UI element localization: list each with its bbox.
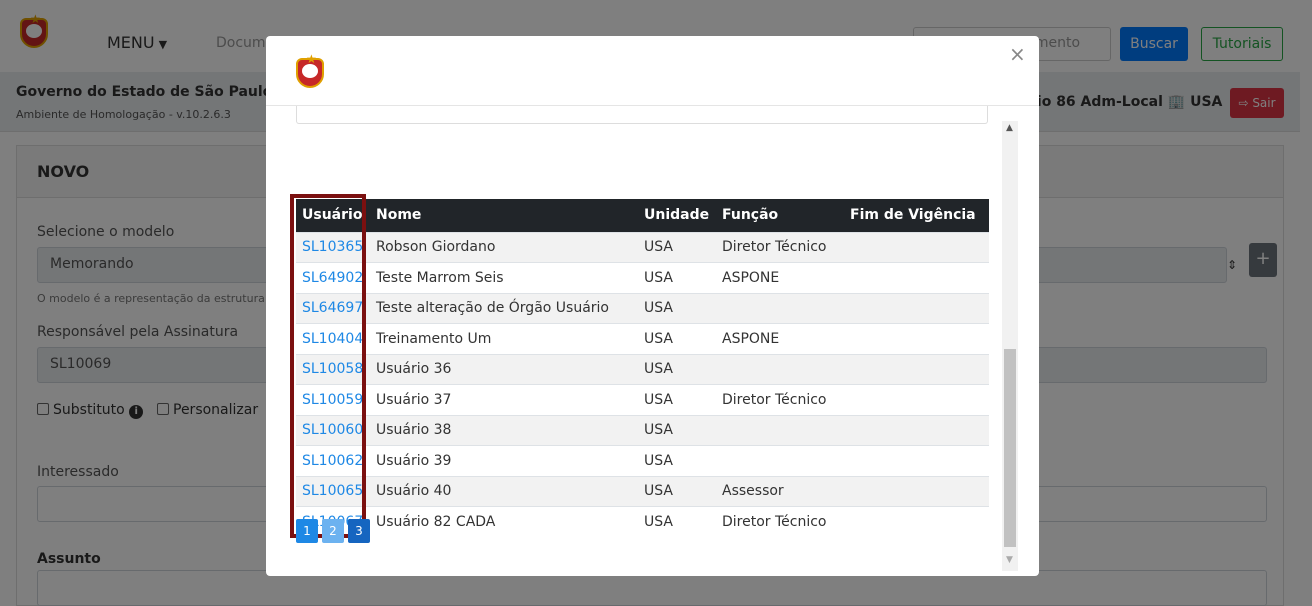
fim-vigencia-cell: [844, 323, 989, 354]
usuario-cell: SL10404: [296, 323, 370, 354]
column-header-unidade[interactable]: Unidade: [638, 199, 716, 232]
fim-vigencia-cell: [844, 353, 989, 385]
fim-vigencia-cell: [844, 414, 989, 446]
table-row[interactable]: SL64697 Teste alteração de Órgão Usuário U…: [296, 292, 989, 324]
fim-vigencia-cell: [844, 475, 989, 507]
usuario-cell: SL64902: [296, 262, 370, 293]
usuario-cell: SL10065: [296, 475, 370, 507]
page-1-button[interactable]: 1: [296, 519, 318, 543]
page-3-button[interactable]: 3: [348, 519, 370, 543]
page-2-button[interactable]: 2: [322, 519, 344, 543]
table-row[interactable]: SL10067Usuário 82 CADAUSADiretor Técnico: [296, 506, 989, 537]
table-row[interactable]: SL10059 Usuário 37 USA Diretor Técnico: [296, 384, 989, 415]
fim-vigencia-cell: [844, 445, 989, 476]
user-id-link[interactable]: SL10065: [302, 483, 363, 499]
modal-header: ★ ×: [266, 36, 1039, 106]
table-row[interactable]: SL64902 Teste Marrom Seis USA ASPONE: [296, 262, 989, 293]
user-id-link[interactable]: SL10404: [302, 331, 363, 347]
column-header-nome[interactable]: Nome: [370, 199, 638, 232]
fim-vigencia-cell: [844, 262, 989, 293]
column-header-usuario[interactable]: Usuário: [296, 199, 370, 232]
funcao-cell: Diretor Técnico: [716, 506, 844, 537]
user-selection-modal: ★ × ▲ ▼ Usuário Nome Unidade Função Fim …: [266, 36, 1039, 576]
nome-cell: Teste alteração de Órgão Usuário: [370, 292, 638, 324]
table-row[interactable]: SL10365 Robson Giordano USA Diretor Técnico: [296, 231, 989, 263]
unidade-cell: USA: [638, 231, 716, 263]
column-header-funcao[interactable]: Função: [716, 199, 844, 232]
unidade-cell: USA: [638, 262, 716, 293]
nome-cell: Teste Marrom Seis: [370, 262, 638, 293]
unidade-cell: USA: [638, 353, 716, 385]
user-id-link[interactable]: SL64697: [302, 300, 363, 316]
unidade-cell: USA: [638, 384, 716, 415]
nome-cell: Usuário 37: [370, 384, 638, 415]
column-header-fim-vigencia[interactable]: Fim de Vigência: [844, 199, 989, 232]
modal-body: ▲ ▼ Usuário Nome Unidade Função Fim de V…: [266, 106, 1039, 576]
user-id-link[interactable]: SL10060: [302, 422, 363, 438]
usuario-cell: SL10062: [296, 445, 370, 476]
nome-cell: Usuário 39: [370, 445, 638, 476]
funcao-cell: ASPONE: [716, 262, 844, 293]
user-id-link[interactable]: SL10058: [302, 361, 363, 377]
usuario-cell: SL10365: [296, 231, 370, 263]
user-id-link[interactable]: SL10365: [302, 239, 363, 255]
nome-cell: Usuário 36: [370, 353, 638, 385]
nome-cell: Robson Giordano: [370, 231, 638, 263]
funcao-cell: Assessor: [716, 475, 844, 507]
funcao-cell: [716, 414, 844, 446]
table-row[interactable]: SL10062 Usuário 39 USA: [296, 445, 989, 476]
nome-cell: Usuário 40: [370, 475, 638, 507]
table-row[interactable]: SL10060 Usuário 38 USA: [296, 414, 989, 446]
table-row[interactable]: SL10404 Treinamento Um USA ASPONE: [296, 323, 989, 354]
usuario-cell: SL10058: [296, 353, 370, 385]
table-row[interactable]: SL10058 Usuário 36 USA: [296, 353, 989, 385]
funcao-cell: [716, 353, 844, 385]
funcao-cell: [716, 292, 844, 324]
nome-cell: Treinamento Um: [370, 323, 638, 354]
unidade-cell: USA: [638, 445, 716, 476]
filter-input[interactable]: [296, 106, 988, 124]
pagination: 123: [296, 519, 374, 543]
usuario-cell: SL10059: [296, 384, 370, 415]
funcao-cell: ASPONE: [716, 323, 844, 354]
fim-vigencia-cell: [844, 231, 989, 263]
fim-vigencia-cell: [844, 292, 989, 324]
usuario-cell: SL10060: [296, 414, 370, 446]
close-icon[interactable]: ×: [1009, 42, 1026, 66]
table-row[interactable]: SL10065 Usuário 40 USA Assessor: [296, 475, 989, 507]
unidade-cell: USA: [638, 292, 716, 324]
unidade-cell: USA: [638, 506, 716, 537]
fim-vigencia-cell: [844, 384, 989, 415]
scroll-thumb[interactable]: [1004, 349, 1016, 547]
modal-scrollbar[interactable]: ▲ ▼: [1002, 121, 1018, 571]
user-id-link[interactable]: SL10059: [302, 392, 363, 408]
unidade-cell: USA: [638, 475, 716, 507]
scroll-down-icon[interactable]: ▼: [1006, 555, 1013, 565]
users-table: Usuário Nome Unidade Função Fim de Vigên…: [296, 199, 989, 537]
user-id-link[interactable]: SL64902: [302, 270, 363, 286]
unidade-cell: USA: [638, 323, 716, 354]
fim-vigencia-cell: [844, 506, 989, 537]
funcao-cell: Diretor Técnico: [716, 384, 844, 415]
sp-coat-of-arms-logo: ★: [290, 52, 330, 96]
user-id-link[interactable]: SL10062: [302, 453, 363, 469]
scroll-up-icon[interactable]: ▲: [1006, 123, 1013, 133]
funcao-cell: Diretor Técnico: [716, 231, 844, 263]
table-header-row: Usuário Nome Unidade Função Fim de Vigên…: [296, 199, 989, 232]
nome-cell: Usuário 38: [370, 414, 638, 446]
funcao-cell: [716, 445, 844, 476]
nome-cell: Usuário 82 CADA: [370, 506, 638, 537]
usuario-cell: SL64697: [296, 292, 370, 324]
unidade-cell: USA: [638, 414, 716, 446]
